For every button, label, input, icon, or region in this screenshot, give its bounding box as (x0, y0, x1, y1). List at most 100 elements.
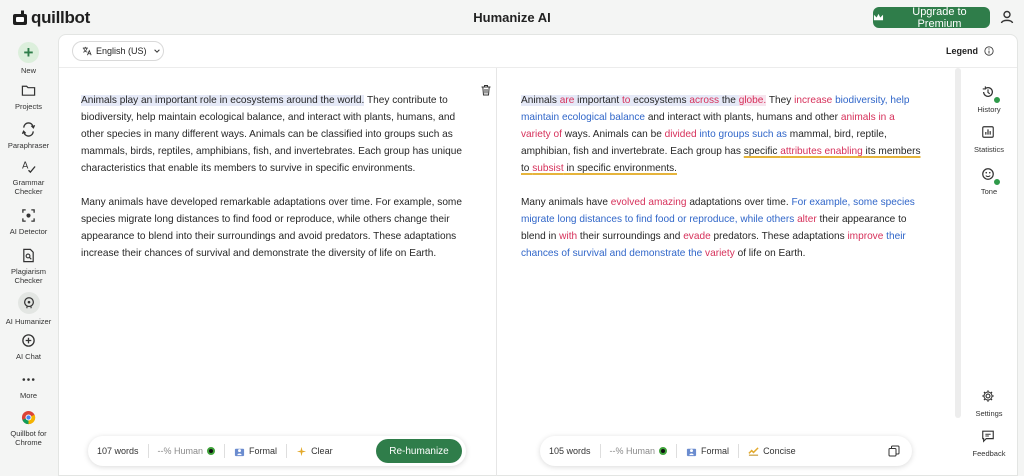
translate-icon (82, 46, 92, 56)
formal-icon (686, 448, 697, 456)
formal-mode-button[interactable]: Formal (677, 443, 738, 459)
language-label: English (US) (96, 46, 147, 56)
concise-label: Concise (763, 446, 796, 456)
top-bar: quillbot Humanize AI Upgrade to Premium (0, 0, 1024, 34)
scrollbar[interactable] (955, 68, 961, 418)
input-toolbar: 107 words --% Human Formal Clear Re-huma… (88, 436, 466, 466)
sidebar-item-new[interactable]: + New (0, 42, 57, 75)
ai-humanizer-icon (23, 297, 34, 309)
editor-header: English (US) Legend (59, 35, 1017, 68)
copy-icon[interactable] (888, 445, 900, 457)
sidebar-item-ai-chat[interactable]: AI Chat (0, 331, 57, 361)
sidebar-item-label: AI Detector (9, 227, 48, 236)
sidebar-item-projects[interactable]: Projects (0, 81, 57, 111)
output-segment[interactable]: variety (705, 248, 735, 259)
output-segment: They (766, 95, 795, 106)
sidebar-item-label: New (20, 66, 36, 75)
input-highlight: Animals play an important role in ecosys… (81, 95, 365, 106)
left-sidebar: + New Projects Paraphraser A Grammar Che… (0, 34, 57, 476)
concise-mode-button[interactable]: Concise (739, 443, 805, 459)
formal-label: Formal (249, 446, 278, 456)
sidebar-item-grammar-checker[interactable]: A Grammar Checker (0, 157, 57, 196)
word-count: 105 words (549, 446, 591, 456)
output-segment[interactable]: globe. (738, 95, 767, 106)
crown-icon (873, 13, 884, 21)
formal-label: Formal (701, 446, 730, 456)
output-segment[interactable]: divided (665, 129, 697, 140)
legend-button[interactable]: Legend (946, 46, 994, 56)
status-dot-icon (207, 447, 216, 455)
output-segment: ecosystems (630, 95, 690, 106)
output-segment: adaptations over time. (686, 197, 792, 208)
feedback-button[interactable]: Feedback (964, 429, 1014, 458)
output-segment[interactable]: animals (841, 112, 876, 123)
page-title: Humanize AI (473, 10, 551, 25)
sidebar-item-label: Projects (14, 102, 43, 111)
gear-icon (982, 390, 994, 402)
logo-text: quillbot (31, 8, 90, 27)
output-segment[interactable]: with (559, 231, 577, 242)
output-segment: their surroundings and (577, 231, 684, 242)
output-segment: in specific environments. (563, 163, 677, 174)
input-paragraph: Many animals have developed remarkable a… (81, 197, 462, 259)
sidebar-item-label: Paraphraser (7, 141, 50, 150)
output-segment[interactable]: attributes enabling (780, 146, 863, 157)
status-dot-icon (659, 447, 668, 455)
sidebar-item-label: More (19, 391, 38, 400)
input-paragraph: Animals play an important role in ecosys… (81, 92, 476, 177)
output-segment: of life on Earth. (734, 248, 806, 259)
sidebar-item-label: AI Chat (15, 352, 41, 361)
concise-icon (748, 446, 759, 456)
sparkle-icon (296, 446, 307, 456)
upgrade-button[interactable]: Upgrade to Premium (873, 6, 990, 30)
editor-card: English (US) Legend Animals play an impo… (58, 34, 1018, 476)
output-segment[interactable]: increase (794, 95, 832, 106)
language-select[interactable]: English (US) (72, 41, 164, 61)
output-segment[interactable]: across (689, 95, 720, 106)
output-segment[interactable]: improve (847, 231, 883, 242)
sidebar-item-ai-humanizer[interactable]: AI Humanizer (0, 292, 57, 326)
output-segment: the (719, 95, 739, 106)
input-text: They contribute to biodiversity, help ma… (81, 95, 462, 174)
grammar-icon: A (22, 160, 36, 173)
feedback-icon (982, 430, 994, 443)
quillbot-logo[interactable]: quillbot (12, 8, 90, 28)
folder-icon (21, 85, 36, 96)
output-segment[interactable]: subsist (532, 163, 563, 174)
sidebar-item-quillbot-for-chrome[interactable]: Quillbot for Chrome (0, 408, 57, 447)
clear-button[interactable]: Clear (287, 443, 342, 459)
statistics-button[interactable]: Statistics (964, 125, 1014, 154)
output-segment[interactable]: evolved amazing (611, 197, 687, 208)
statistics-icon (982, 126, 994, 138)
output-segment: ways. Animals can be (561, 129, 665, 140)
ai-chat-icon (22, 333, 35, 347)
output-paragraph: Many animals have evolved amazing adapta… (521, 194, 926, 262)
output-segment[interactable]: into groups such as (699, 129, 787, 140)
trash-icon[interactable] (480, 84, 492, 96)
output-segment[interactable]: are (559, 95, 575, 106)
output-toolbar: 105 words --% Human Formal Concise (540, 436, 912, 466)
sidebar-item-plagiarism-checker[interactable]: Plagiarism Checker (0, 246, 57, 285)
sidebar-item-paraphraser[interactable]: Paraphraser (0, 120, 57, 150)
sidebar-item-more[interactable]: More (0, 370, 57, 400)
output-segment[interactable]: alter (797, 214, 817, 225)
sidebar-item-ai-detector[interactable]: AI Detector (0, 206, 57, 236)
sidebar-item-label: Quillbot for Chrome (10, 429, 47, 447)
output-text-area[interactable]: Animals are important to ecosystems acro… (521, 92, 926, 279)
user-icon[interactable] (999, 9, 1015, 25)
input-text-area[interactable]: Animals play an important role in ecosys… (81, 92, 476, 279)
tone-button[interactable]: Tone (964, 167, 1014, 196)
output-segment: Many animals have (521, 197, 611, 208)
clear-label: Clear (311, 446, 333, 456)
sidebar-item-label: AI Humanizer (5, 317, 52, 326)
word-count: 107 words (97, 446, 139, 456)
settings-label: Settings (975, 409, 1003, 418)
re-humanize-button[interactable]: Re-humanize (376, 439, 462, 463)
history-button[interactable]: History (964, 85, 1014, 114)
output-segment[interactable]: evade (683, 231, 711, 242)
chrome-icon (21, 410, 36, 424)
statistics-label: Statistics (973, 145, 1004, 154)
sidebar-item-label: Plagiarism Checker (10, 267, 46, 285)
settings-button[interactable]: Settings (964, 389, 1014, 418)
formal-mode-button[interactable]: Formal (225, 443, 286, 459)
